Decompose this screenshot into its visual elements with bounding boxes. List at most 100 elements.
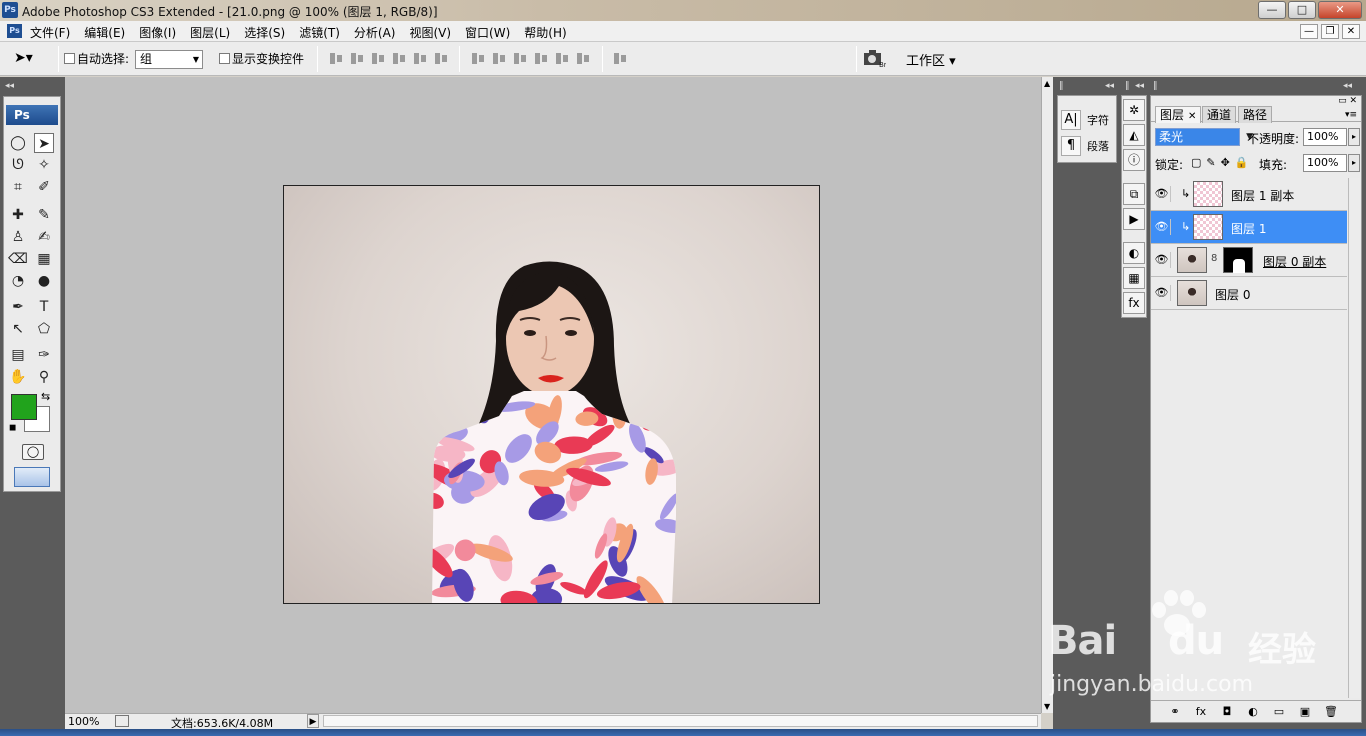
layer-row[interactable]: 👁 ↳ 图层 1 — [1151, 211, 1347, 244]
document-image[interactable] — [283, 185, 820, 604]
path-select-tool-icon[interactable]: ↖ — [8, 319, 28, 339]
menu-item[interactable]: 视图(V) — [409, 24, 451, 41]
navigator-icon[interactable]: ✲ — [1123, 99, 1145, 121]
menu-item[interactable]: 滤镜(T) — [299, 24, 340, 41]
foreground-color-swatch[interactable] — [11, 394, 37, 420]
brush-tool-icon[interactable]: ✎ — [34, 205, 54, 225]
tab-layers[interactable]: 图层 ✕ — [1155, 106, 1202, 123]
align-top-icon[interactable] — [328, 51, 343, 66]
horizontal-scrollbar[interactable] — [323, 715, 1038, 727]
paragraph-panel-button[interactable]: ¶ 段落 — [1061, 136, 1109, 156]
stamp-tool-icon[interactable]: ♙ — [8, 227, 28, 247]
distribute-vcenter-icon[interactable] — [491, 51, 506, 66]
healing-tool-icon[interactable]: ✚ — [8, 205, 28, 225]
auto-select-dropdown[interactable]: 组 ▼ — [135, 50, 203, 69]
menu-item[interactable]: 文件(F) — [30, 24, 70, 41]
swap-colors-icon[interactable]: ⇆ — [41, 390, 50, 403]
layer-row[interactable]: 👁 图层 0 — [1151, 277, 1347, 310]
menu-item[interactable]: 帮助(H) — [524, 24, 566, 41]
dodge-tool-icon[interactable]: ● — [34, 271, 54, 291]
swatches-icon[interactable]: ▦ — [1123, 267, 1145, 289]
layer-row[interactable]: 👁 8 图层 0 副本 — [1151, 244, 1347, 277]
eyedropper-tool-icon[interactable]: ✑ — [34, 345, 54, 365]
photoshop-badge[interactable]: Ps — [6, 105, 58, 125]
workspace-menu[interactable]: 工作区 ▾ — [906, 50, 956, 69]
minimize-button[interactable]: — — [1258, 1, 1286, 19]
crop-tool-icon[interactable]: ⌗ — [8, 177, 28, 197]
layer-mask-thumbnail[interactable] — [1223, 247, 1253, 273]
fill-input[interactable]: 100% — [1303, 154, 1347, 172]
blur-tool-icon[interactable]: ◔ — [8, 271, 28, 291]
actions-icon[interactable]: ▶ — [1123, 208, 1145, 230]
character-panel-button[interactable]: A| 字符 — [1061, 110, 1109, 130]
shape-tool-icon[interactable]: ⬠ — [34, 319, 54, 339]
align-bottom-icon[interactable] — [370, 51, 385, 66]
align-hcenter-icon[interactable] — [412, 51, 427, 66]
default-colors-icon[interactable]: ◼ — [9, 423, 16, 433]
notes-tool-icon[interactable]: ▤ — [8, 345, 28, 365]
lock-transparency-icon[interactable]: ▢ — [1191, 156, 1201, 169]
new-group-icon[interactable]: ▭ — [1269, 705, 1289, 718]
doc-close-button[interactable]: ✕ — [1342, 24, 1360, 39]
quick-mask-button[interactable]: ◯ — [22, 444, 44, 460]
align-left-icon[interactable] — [391, 51, 406, 66]
menu-item[interactable]: 选择(S) — [244, 24, 285, 41]
opacity-input[interactable]: 100% — [1303, 128, 1347, 146]
tab-channels[interactable]: 通道 — [1202, 106, 1237, 123]
lock-all-icon[interactable]: 🔒 — [1235, 156, 1249, 169]
align-vcenter-icon[interactable] — [349, 51, 364, 66]
lasso-tool-icon[interactable]: ᘎ — [8, 155, 28, 175]
histogram-icon[interactable]: ◭ — [1123, 124, 1145, 146]
marquee-tool-icon[interactable]: ◯ — [8, 133, 28, 153]
status-preview-icon[interactable] — [115, 715, 129, 727]
slice-tool-icon[interactable]: ✐ — [34, 177, 54, 197]
magic-wand-tool-icon[interactable]: ✧ — [34, 155, 54, 175]
collapse-icon[interactable]: ◂◂ — [1135, 81, 1144, 91]
blend-mode-dropdown[interactable]: 柔光 ▼ — [1155, 128, 1253, 146]
close-button[interactable]: ✕ — [1318, 1, 1362, 19]
lock-pixels-icon[interactable]: ✎ — [1206, 156, 1215, 169]
layer-thumbnail[interactable] — [1177, 280, 1207, 306]
align-right-icon[interactable] — [433, 51, 448, 66]
visibility-eye-icon[interactable]: 👁 — [1153, 252, 1171, 268]
styles-icon[interactable]: fx — [1123, 292, 1145, 314]
bridge-icon[interactable]: Br — [862, 48, 886, 68]
restore-button[interactable]: □ — [1288, 1, 1316, 19]
panel-menu-icon[interactable]: ▾≡ — [1345, 110, 1357, 120]
menu-item[interactable]: 图像(I) — [139, 24, 176, 41]
adjustment-layer-icon[interactable]: ◐ — [1243, 705, 1263, 718]
collapse-icon[interactable]: ◂◂ — [1105, 81, 1114, 91]
add-mask-icon[interactable]: ◘ — [1217, 705, 1237, 718]
menu-item[interactable]: 窗口(W) — [465, 24, 510, 41]
menu-item[interactable]: 编辑(E) — [84, 24, 125, 41]
link-layers-icon[interactable]: ⚭ — [1165, 705, 1185, 718]
history-brush-tool-icon[interactable]: ✍ — [34, 227, 54, 247]
dock-grip-icon[interactable]: ‖ — [1059, 81, 1064, 91]
move-tool-preset-icon[interactable]: ➤▾ — [14, 50, 33, 66]
distribute-bottom-icon[interactable] — [512, 51, 527, 66]
gradient-tool-icon[interactable]: ▦ — [34, 249, 54, 269]
eraser-tool-icon[interactable]: ⌫ — [8, 249, 28, 269]
opacity-slider-button[interactable]: ▸ — [1348, 128, 1360, 146]
collapse-icon[interactable]: ◂◂ — [5, 81, 14, 91]
distribute-left-icon[interactable] — [533, 51, 548, 66]
distribute-hcenter-icon[interactable] — [554, 51, 569, 66]
fill-slider-button[interactable]: ▸ — [1348, 154, 1360, 172]
layer-thumbnail[interactable] — [1193, 181, 1223, 207]
history-icon[interactable]: ⧉ — [1123, 183, 1145, 205]
visibility-eye-icon[interactable]: 👁 — [1153, 219, 1171, 235]
scroll-up-icon[interactable]: ▲ — [1044, 79, 1050, 88]
delete-layer-icon[interactable]: 🗑 — [1321, 705, 1341, 718]
doc-minimize-button[interactable]: — — [1300, 24, 1318, 39]
color-icon[interactable]: ◐ — [1123, 242, 1145, 264]
new-layer-icon[interactable]: ▣ — [1295, 705, 1315, 718]
auto-select-option[interactable]: 自动选择: — [64, 50, 129, 67]
vertical-scrollbar[interactable]: ▲ ▼ — [1041, 77, 1053, 713]
menu-item[interactable]: 分析(A) — [354, 24, 396, 41]
distribute-right-icon[interactable] — [575, 51, 590, 66]
type-tool-icon[interactable]: T — [34, 297, 54, 317]
move-tool-icon[interactable]: ➤ — [34, 133, 54, 153]
zoom-level[interactable]: 100% — [68, 715, 99, 728]
mask-link-icon[interactable]: 8 — [1211, 253, 1217, 264]
layer-row[interactable]: 👁 ↳ 图层 1 副本 — [1151, 178, 1347, 211]
